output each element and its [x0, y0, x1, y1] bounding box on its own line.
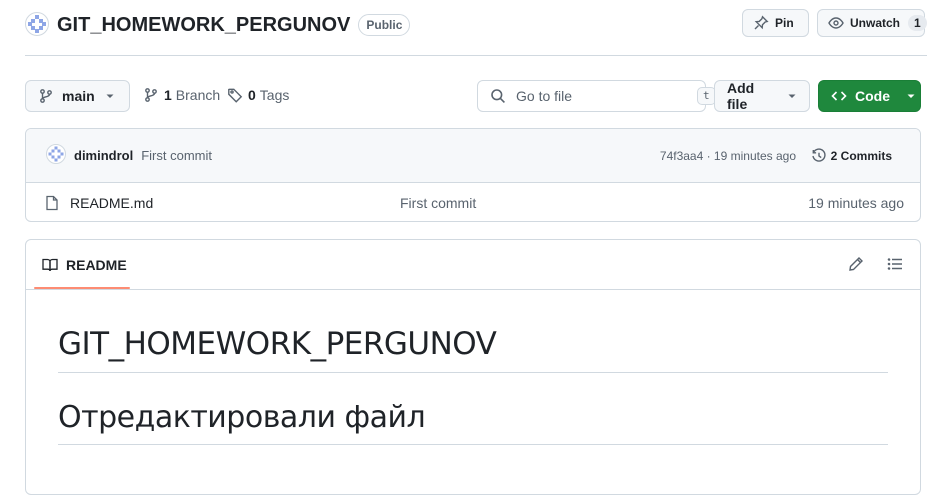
watch-label: Unwatch — [850, 16, 901, 30]
code-icon — [831, 88, 847, 104]
git-branch-icon — [38, 88, 54, 104]
tags-label: Tags — [259, 87, 290, 103]
latest-commit-row: dimindrol First commit 74f3aa4 · 19 minu… — [26, 129, 920, 183]
branches-count: 1 — [164, 87, 172, 103]
repo-owner-avatar[interactable] — [25, 11, 49, 39]
search-input[interactable] — [516, 88, 697, 104]
readme-tab-label: README — [66, 257, 127, 273]
go-to-file-search[interactable]: t — [477, 80, 716, 112]
readme-heading-1: GIT_HOMEWORK_PERGUNOV — [58, 326, 888, 373]
commits-count-label: 2 Commits — [830, 148, 892, 163]
watch-button[interactable]: Unwatch 1 — [817, 9, 927, 37]
pin-button[interactable]: Pin — [742, 9, 809, 37]
table-row[interactable]: README.md First commit 19 minutes ago — [26, 183, 920, 221]
list-unordered-icon[interactable] — [887, 256, 903, 275]
search-shortcut-hint: t — [697, 87, 716, 105]
tags-link[interactable]: 0 Tags — [227, 87, 289, 103]
visibility-badge: Public — [358, 14, 411, 36]
branch-select-button[interactable]: main — [25, 80, 130, 112]
file-commit-message[interactable]: First commit — [400, 195, 476, 211]
pin-icon — [753, 15, 769, 31]
tab-readme[interactable]: README — [34, 240, 135, 290]
file-browser: dimindrol First commit 74f3aa4 · 19 minu… — [25, 128, 921, 222]
file-age: 19 minutes ago — [808, 194, 904, 211]
eye-icon — [828, 15, 844, 31]
history-icon — [811, 147, 827, 164]
repo-title[interactable]: GIT_HOMEWORK_PERGUNOV — [57, 14, 350, 37]
file-icon — [44, 195, 60, 211]
branches-label: Branch — [175, 87, 221, 103]
commit-hash-time[interactable]: 74f3aa4 · 19 minutes ago — [660, 149, 796, 163]
tag-icon — [227, 87, 243, 103]
chevron-down-icon — [906, 88, 916, 104]
book-icon — [42, 257, 58, 273]
git-branch-icon — [143, 87, 159, 103]
watch-count: 1 — [908, 15, 927, 31]
commits-history-link[interactable]: 2 Commits — [811, 147, 892, 164]
tags-count: 0 — [248, 87, 256, 103]
branch-label: main — [62, 88, 95, 104]
active-tab-indicator — [34, 287, 130, 289]
add-file-button[interactable]: Add file — [714, 80, 810, 112]
commit-author[interactable]: dimindrol — [74, 148, 133, 163]
readme-header: README — [26, 240, 920, 290]
chevron-down-icon — [787, 88, 797, 104]
readme-heading-2: Отредактировали файл — [58, 400, 888, 445]
add-file-label: Add file — [727, 80, 755, 112]
search-icon — [490, 88, 506, 104]
pin-label: Pin — [775, 16, 794, 30]
chevron-down-icon — [105, 88, 115, 104]
commit-author-avatar[interactable] — [46, 144, 66, 167]
file-name[interactable]: README.md — [70, 195, 153, 211]
code-label: Code — [855, 88, 890, 104]
commit-message[interactable]: First commit — [141, 148, 212, 163]
pencil-icon[interactable] — [848, 256, 864, 275]
readme-panel: README GIT_HOMEWORK_PERGUNOV Отредактиро… — [25, 239, 921, 495]
branches-link[interactable]: 1 Branch — [143, 87, 220, 103]
code-button[interactable]: Code — [818, 80, 921, 112]
header-divider — [25, 55, 927, 56]
